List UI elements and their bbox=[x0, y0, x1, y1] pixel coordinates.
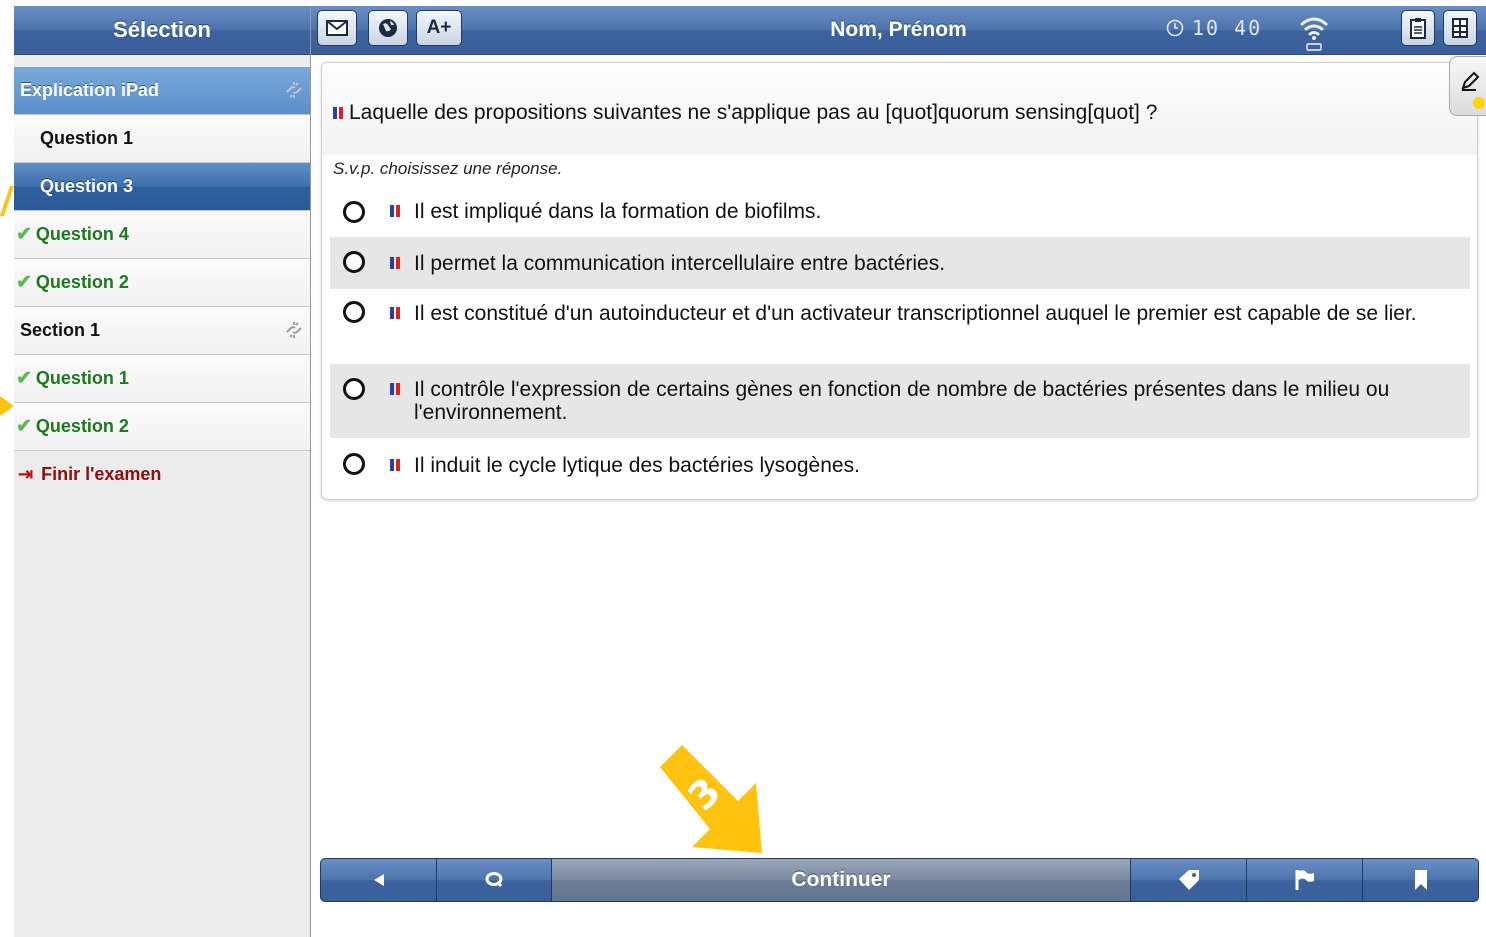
sidebar-item-section1-question-2[interactable]: ✔ Question 2 bbox=[14, 403, 310, 451]
finish-exam-label: Finir l'examen bbox=[41, 464, 162, 484]
envelope-icon bbox=[326, 20, 348, 36]
calculator-button[interactable] bbox=[1443, 10, 1477, 46]
wifi-icon bbox=[1300, 17, 1328, 51]
tag-icon bbox=[1178, 870, 1199, 890]
sidebar-list: Explication iPad Question 1 Question 3 ✔… bbox=[14, 67, 310, 498]
broken-link-icon bbox=[286, 82, 302, 98]
highlight-color-dot bbox=[1473, 97, 1485, 109]
sidebar-item-question-4[interactable]: ✔ Question 4 bbox=[14, 211, 310, 259]
pen-icon bbox=[1461, 71, 1480, 91]
question-instruction: S.v.p. choisissez une réponse. bbox=[333, 159, 563, 178]
question-stem: Laquelle des propositions suivantes ne s… bbox=[349, 101, 1158, 124]
previous-button[interactable] bbox=[321, 859, 437, 901]
checkmark-icon: ✔ bbox=[16, 416, 32, 437]
message-button[interactable] bbox=[317, 10, 357, 46]
answer-option-text: Il induit le cycle lytique des bactéries… bbox=[414, 454, 860, 477]
font-size-button[interactable]: A+ bbox=[416, 10, 462, 46]
checkmark-icon: ✔ bbox=[16, 272, 32, 293]
continue-button[interactable]: Continuer bbox=[552, 859, 1131, 901]
french-flag-icon bbox=[390, 205, 402, 217]
answer-option-text: Il contrôle l'expression de certains gèn… bbox=[414, 378, 1390, 424]
sidebar-item-label: Question 4 bbox=[35, 224, 129, 244]
answer-option-text: Il est constitué d'un autoinducteur et d… bbox=[414, 302, 1417, 325]
sidebar-item-question-3[interactable]: Question 3 bbox=[14, 163, 310, 211]
sidebar-item-label: Section 1 bbox=[20, 320, 101, 340]
question-text: Laquelle des propositions suivantes ne s… bbox=[333, 101, 1157, 125]
sidebar-header: Sélection bbox=[14, 6, 310, 55]
overlay-edge-arrow bbox=[0, 396, 14, 416]
radio-button[interactable] bbox=[343, 201, 365, 223]
bottom-navigation-bar: Continuer bbox=[320, 858, 1479, 902]
sidebar-item-section-1[interactable]: Section 1 bbox=[14, 307, 310, 355]
sidebar-item-label: Question 1 bbox=[35, 368, 129, 388]
radio-button[interactable] bbox=[343, 251, 365, 273]
annotation-tool-tab[interactable] bbox=[1449, 56, 1486, 116]
bookmark-icon bbox=[1414, 870, 1427, 890]
sidebar-item-section1-question-1[interactable]: ✔ Question 1 bbox=[14, 355, 310, 403]
checkmark-icon: ✔ bbox=[16, 368, 32, 389]
answer-option[interactable]: Il est impliqué dans la formation de bio… bbox=[330, 197, 1470, 229]
sidebar-item-label: Question 1 bbox=[40, 128, 134, 148]
clipboard-icon bbox=[1410, 18, 1426, 39]
french-flag-icon bbox=[390, 383, 402, 395]
french-flag-icon bbox=[390, 459, 402, 471]
finish-exam-button[interactable]: ⇥ Finir l'examen bbox=[14, 451, 310, 498]
sidebar-item-question-1[interactable]: Question 1 bbox=[14, 115, 310, 163]
globe-icon bbox=[379, 19, 397, 37]
notes-button[interactable] bbox=[1401, 10, 1435, 46]
radio-button[interactable] bbox=[343, 453, 365, 475]
french-flag-icon bbox=[390, 307, 402, 319]
overlay-edge-arrow bbox=[0, 186, 14, 216]
question-card: Laquelle des propositions suivantes ne s… bbox=[321, 62, 1478, 500]
tag-button[interactable] bbox=[1131, 859, 1247, 901]
clock: 10 40 bbox=[1166, 16, 1262, 40]
back-arrow-icon bbox=[373, 874, 384, 886]
broken-link-icon bbox=[286, 322, 302, 338]
bookmark-button[interactable] bbox=[1363, 859, 1478, 901]
sidebar-item-explication-ipad[interactable]: Explication iPad bbox=[14, 67, 310, 115]
clock-icon bbox=[1166, 19, 1184, 37]
answer-option-text: Il est impliqué dans la formation de bio… bbox=[414, 200, 822, 223]
clock-time: 10 40 bbox=[1192, 16, 1263, 40]
search-icon bbox=[485, 872, 503, 888]
answer-option-text: Il permet la communication intercellulai… bbox=[414, 252, 946, 275]
radio-button[interactable] bbox=[343, 301, 365, 323]
top-toolbar: Nom, Prénom A+ 10 40 bbox=[311, 6, 1486, 55]
french-flag-icon bbox=[333, 107, 345, 119]
answer-option[interactable]: Il induit le cycle lytique des bactéries… bbox=[330, 447, 1470, 485]
language-button[interactable] bbox=[368, 10, 408, 46]
sidebar-item-label: Question 2 bbox=[35, 272, 129, 292]
flag-icon bbox=[1295, 870, 1314, 890]
sidebar: Sélection Explication iPad Question 1 Qu… bbox=[14, 6, 311, 937]
checkmark-icon: ✔ bbox=[16, 224, 32, 245]
french-flag-icon bbox=[390, 257, 402, 269]
sidebar-item-label: Question 3 bbox=[40, 176, 134, 196]
calculator-icon bbox=[1452, 18, 1468, 38]
radio-button[interactable] bbox=[343, 378, 365, 400]
sidebar-item-label: Question 2 bbox=[35, 416, 129, 436]
flag-button[interactable] bbox=[1247, 859, 1363, 901]
answer-option[interactable]: Il permet la communication intercellulai… bbox=[330, 237, 1470, 289]
exit-door-icon: ⇥ bbox=[18, 464, 34, 484]
answer-option[interactable]: Il est constitué d'un autoinducteur et d… bbox=[330, 297, 1470, 359]
search-button[interactable] bbox=[437, 859, 552, 901]
sidebar-item-question-2[interactable]: ✔ Question 2 bbox=[14, 259, 310, 307]
answer-option[interactable]: Il contrôle l'expression de certains gèn… bbox=[330, 364, 1470, 438]
sidebar-item-label: Explication iPad bbox=[20, 80, 160, 100]
